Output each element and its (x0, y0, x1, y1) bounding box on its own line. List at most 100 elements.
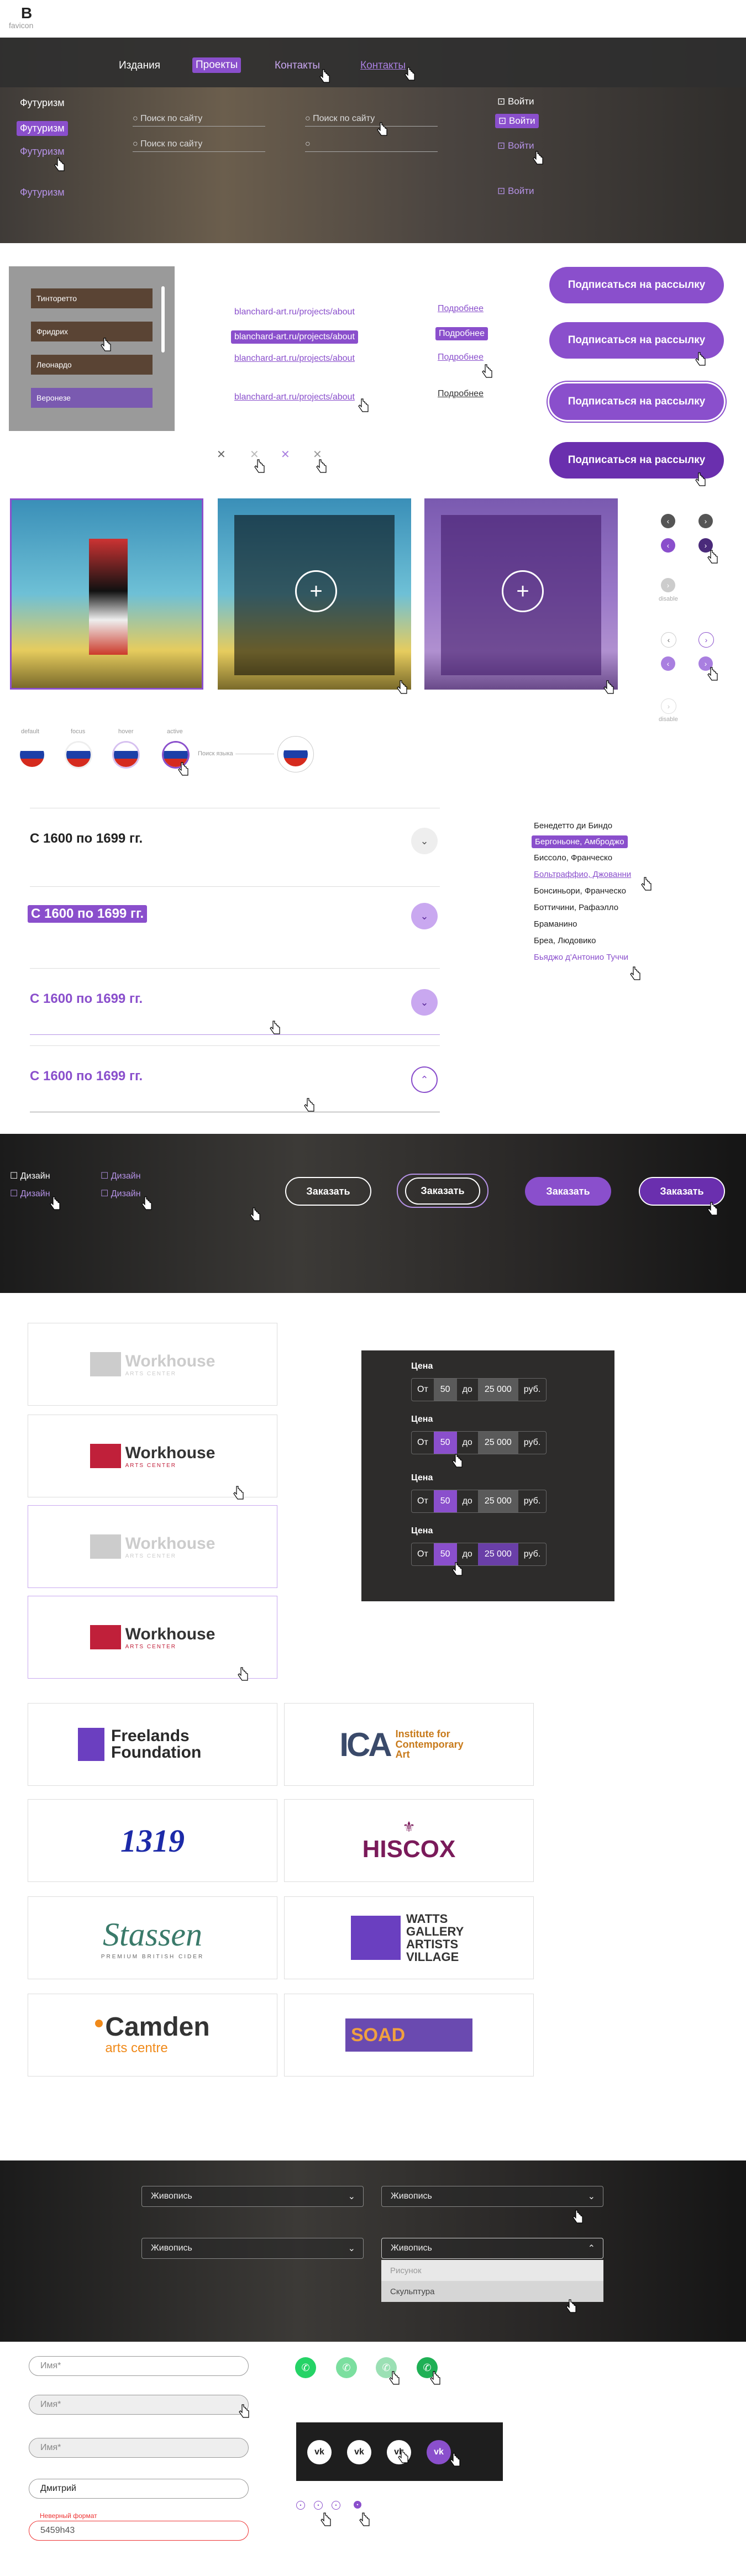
accordion-title[interactable]: С 1600 по 1699 гг. (30, 831, 143, 847)
image-card-pressed[interactable]: + (424, 498, 618, 690)
partner-card-1319[interactable]: 1319 (28, 1799, 277, 1882)
price-to-value[interactable]: 25 000 (477, 1490, 518, 1512)
image-card[interactable] (10, 498, 203, 690)
price-range-input-focus[interactable]: От 50 до 25 000 руб. (411, 1490, 547, 1513)
filter-futurism-hover[interactable]: Футуризм (20, 146, 65, 157)
more-link-hover[interactable]: Подробнее (438, 353, 484, 362)
vk-icon[interactable]: vk (347, 2440, 371, 2464)
login-button-hover[interactable]: ⊡ Войти (497, 140, 534, 151)
name-input-filled[interactable]: Дмитрий (29, 2479, 249, 2499)
order-button-focus[interactable]: Заказать (397, 1174, 488, 1208)
artist-item-1[interactable]: Фридрих (31, 322, 153, 341)
select-option[interactable]: Рисунок (381, 2260, 603, 2281)
language-select[interactable] (277, 736, 314, 772)
search-input-hover[interactable]: ○ Поиск по сайту (305, 114, 438, 127)
link-url[interactable]: blanchard-art.ru/projects/about (234, 307, 355, 317)
dot-icon[interactable]: • (354, 2501, 361, 2509)
artist-item-2[interactable]: Леонардо (31, 355, 153, 375)
partner-card-ica[interactable]: ICA Institute for Contemporary Art (284, 1703, 534, 1786)
accordion-title-hover[interactable]: С 1600 по 1699 гг. (30, 991, 143, 1007)
name-input-focus[interactable]: Имя* (29, 2438, 249, 2458)
design-checkbox[interactable]: ☐ Дизайн (10, 1170, 50, 1181)
search-input-focus[interactable]: ○ Поиск по сайту (133, 139, 265, 152)
close-icon[interactable]: ✕ (217, 448, 226, 461)
vk-icon[interactable]: vk (427, 2440, 451, 2464)
arrow-left-icon[interactable]: ‹ (661, 538, 675, 553)
filter-futurism-pressed[interactable]: Футуризм (20, 187, 65, 198)
accordion-title-active[interactable]: С 1600 по 1699 гг. (28, 905, 148, 923)
nav-item-contacts-hover[interactable]: Контакты (360, 60, 406, 72)
login-button-active[interactable]: ⊡ Войти (495, 114, 539, 128)
arrow-left-icon[interactable]: ‹ (661, 632, 676, 648)
partner-card[interactable]: Workhouse ARTS CENTER (28, 1323, 277, 1406)
dot-icon[interactable]: • (314, 2501, 323, 2510)
flag-ru-icon[interactable] (20, 743, 44, 767)
price-range-input[interactable]: От 50 до 25 000 руб. (411, 1378, 547, 1401)
artist-name-active[interactable]: Бергоньоне, Амброджо (532, 835, 628, 848)
artist-name-hover[interactable]: Больтраффио, Джованни (534, 870, 631, 879)
artist-name[interactable]: Бреа, Людовико (534, 936, 596, 945)
login-button[interactable]: ⊡ Войти (497, 96, 534, 107)
category-select-open[interactable]: Живопись ⌃ (381, 2238, 603, 2259)
price-range-input-active[interactable]: От 50 до 25 000 руб. (411, 1543, 547, 1566)
dot-icon[interactable]: • (296, 2501, 305, 2510)
chevron-down-icon[interactable]: ⌄ (411, 903, 438, 929)
whatsapp-icon[interactable]: ✆ (295, 2357, 316, 2378)
arrow-right-icon[interactable]: › (698, 514, 713, 528)
partner-card-freelands[interactable]: Freelands Foundation (28, 1703, 277, 1786)
zoom-icon[interactable]: + (295, 570, 337, 612)
artist-item-0[interactable]: Тинторетто (31, 288, 153, 308)
price-to-value[interactable]: 25 000 (477, 1379, 518, 1401)
partner-card-watts[interactable]: WATTS GALLERY ARTISTS VILLAGE (284, 1896, 534, 1979)
whatsapp-icon[interactable]: ✆ (336, 2357, 357, 2378)
artist-name[interactable]: Бенедетто ди Биндо (534, 821, 612, 830)
partner-card-stassen[interactable]: Stassen PREMIUM BRITISH CIDER (28, 1896, 277, 1979)
price-to-value[interactable]: 25 000 (477, 1432, 518, 1454)
price-from-value[interactable]: 50 (433, 1379, 457, 1401)
dot-icon[interactable]: • (332, 2501, 340, 2510)
artist-item-3[interactable]: Веронезе (31, 388, 153, 408)
chevron-down-icon[interactable]: ⌄ (411, 828, 438, 854)
design-checkbox-pressed[interactable]: ☐ Дизайн (101, 1188, 141, 1199)
link-url-hover[interactable]: blanchard-art.ru/projects/about (234, 354, 355, 364)
chevron-down-icon[interactable]: ⌄ (411, 989, 438, 1016)
phone-input-error[interactable]: 5459h43 (29, 2521, 249, 2541)
name-input[interactable]: Имя* (29, 2356, 249, 2376)
search-input-empty[interactable]: ○ (305, 139, 438, 152)
order-button-hover[interactable]: Заказать (525, 1177, 611, 1206)
category-select[interactable]: Живопись ⌄ (141, 2186, 364, 2207)
image-card-hover[interactable]: + (218, 498, 411, 690)
design-checkbox-hover[interactable]: ☐ Дизайн (10, 1188, 50, 1199)
more-link-active[interactable]: Подробнее (435, 327, 488, 340)
more-link-pressed[interactable]: Подробнее (438, 389, 484, 399)
price-to-value[interactable]: 25 000 (477, 1543, 518, 1565)
search-input[interactable]: ○ Поиск по сайту (133, 114, 265, 127)
category-select-focus[interactable]: Живопись ⌄ (141, 2238, 364, 2259)
zoom-icon[interactable]: + (502, 570, 544, 612)
login-button-pressed[interactable]: ⊡ Войти (497, 186, 534, 197)
price-from-value[interactable]: 50 (433, 1490, 457, 1512)
arrow-right-icon[interactable]: › (698, 632, 714, 648)
link-url-pressed[interactable]: blanchard-art.ru/projects/about (234, 392, 355, 402)
artist-name[interactable]: Боттичини, Рафаэлло (534, 903, 618, 912)
price-range-input-hover[interactable]: От 50 до 25 000 руб. (411, 1431, 547, 1454)
partner-card-camden[interactable]: Camden arts centre (28, 1994, 277, 2076)
order-button[interactable]: Заказать (285, 1177, 371, 1206)
filter-futurism-active[interactable]: Футуризм (17, 121, 68, 136)
partner-card-hiscox[interactable]: ⚜ HISCOX (284, 1799, 534, 1882)
link-url-active[interactable]: blanchard-art.ru/projects/about (231, 330, 358, 344)
close-icon[interactable]: ✕ (281, 448, 290, 461)
arrow-left-icon[interactable]: ‹ (661, 656, 675, 671)
artist-name-pressed[interactable]: Бьяджо д'Антонио Туччи (534, 953, 628, 962)
artist-name[interactable]: Браманино (534, 919, 577, 929)
design-checkbox-checked[interactable]: ☐ Дизайн (101, 1170, 141, 1181)
nav-item-projects[interactable]: Проекты (192, 57, 241, 73)
nav-item-publications[interactable]: Издания (119, 60, 160, 72)
vk-icon[interactable]: vk (307, 2440, 332, 2464)
more-link[interactable]: Подробнее (438, 304, 484, 314)
subscribe-button-focus[interactable]: Подписаться на рассылку (549, 383, 724, 420)
flag-ru-icon[interactable] (114, 743, 138, 767)
artist-name[interactable]: Бонсиньори, Франческо (534, 886, 626, 896)
filter-futurism[interactable]: Футуризм (20, 97, 65, 109)
partner-card-soad[interactable]: SOAD (284, 1994, 534, 2076)
